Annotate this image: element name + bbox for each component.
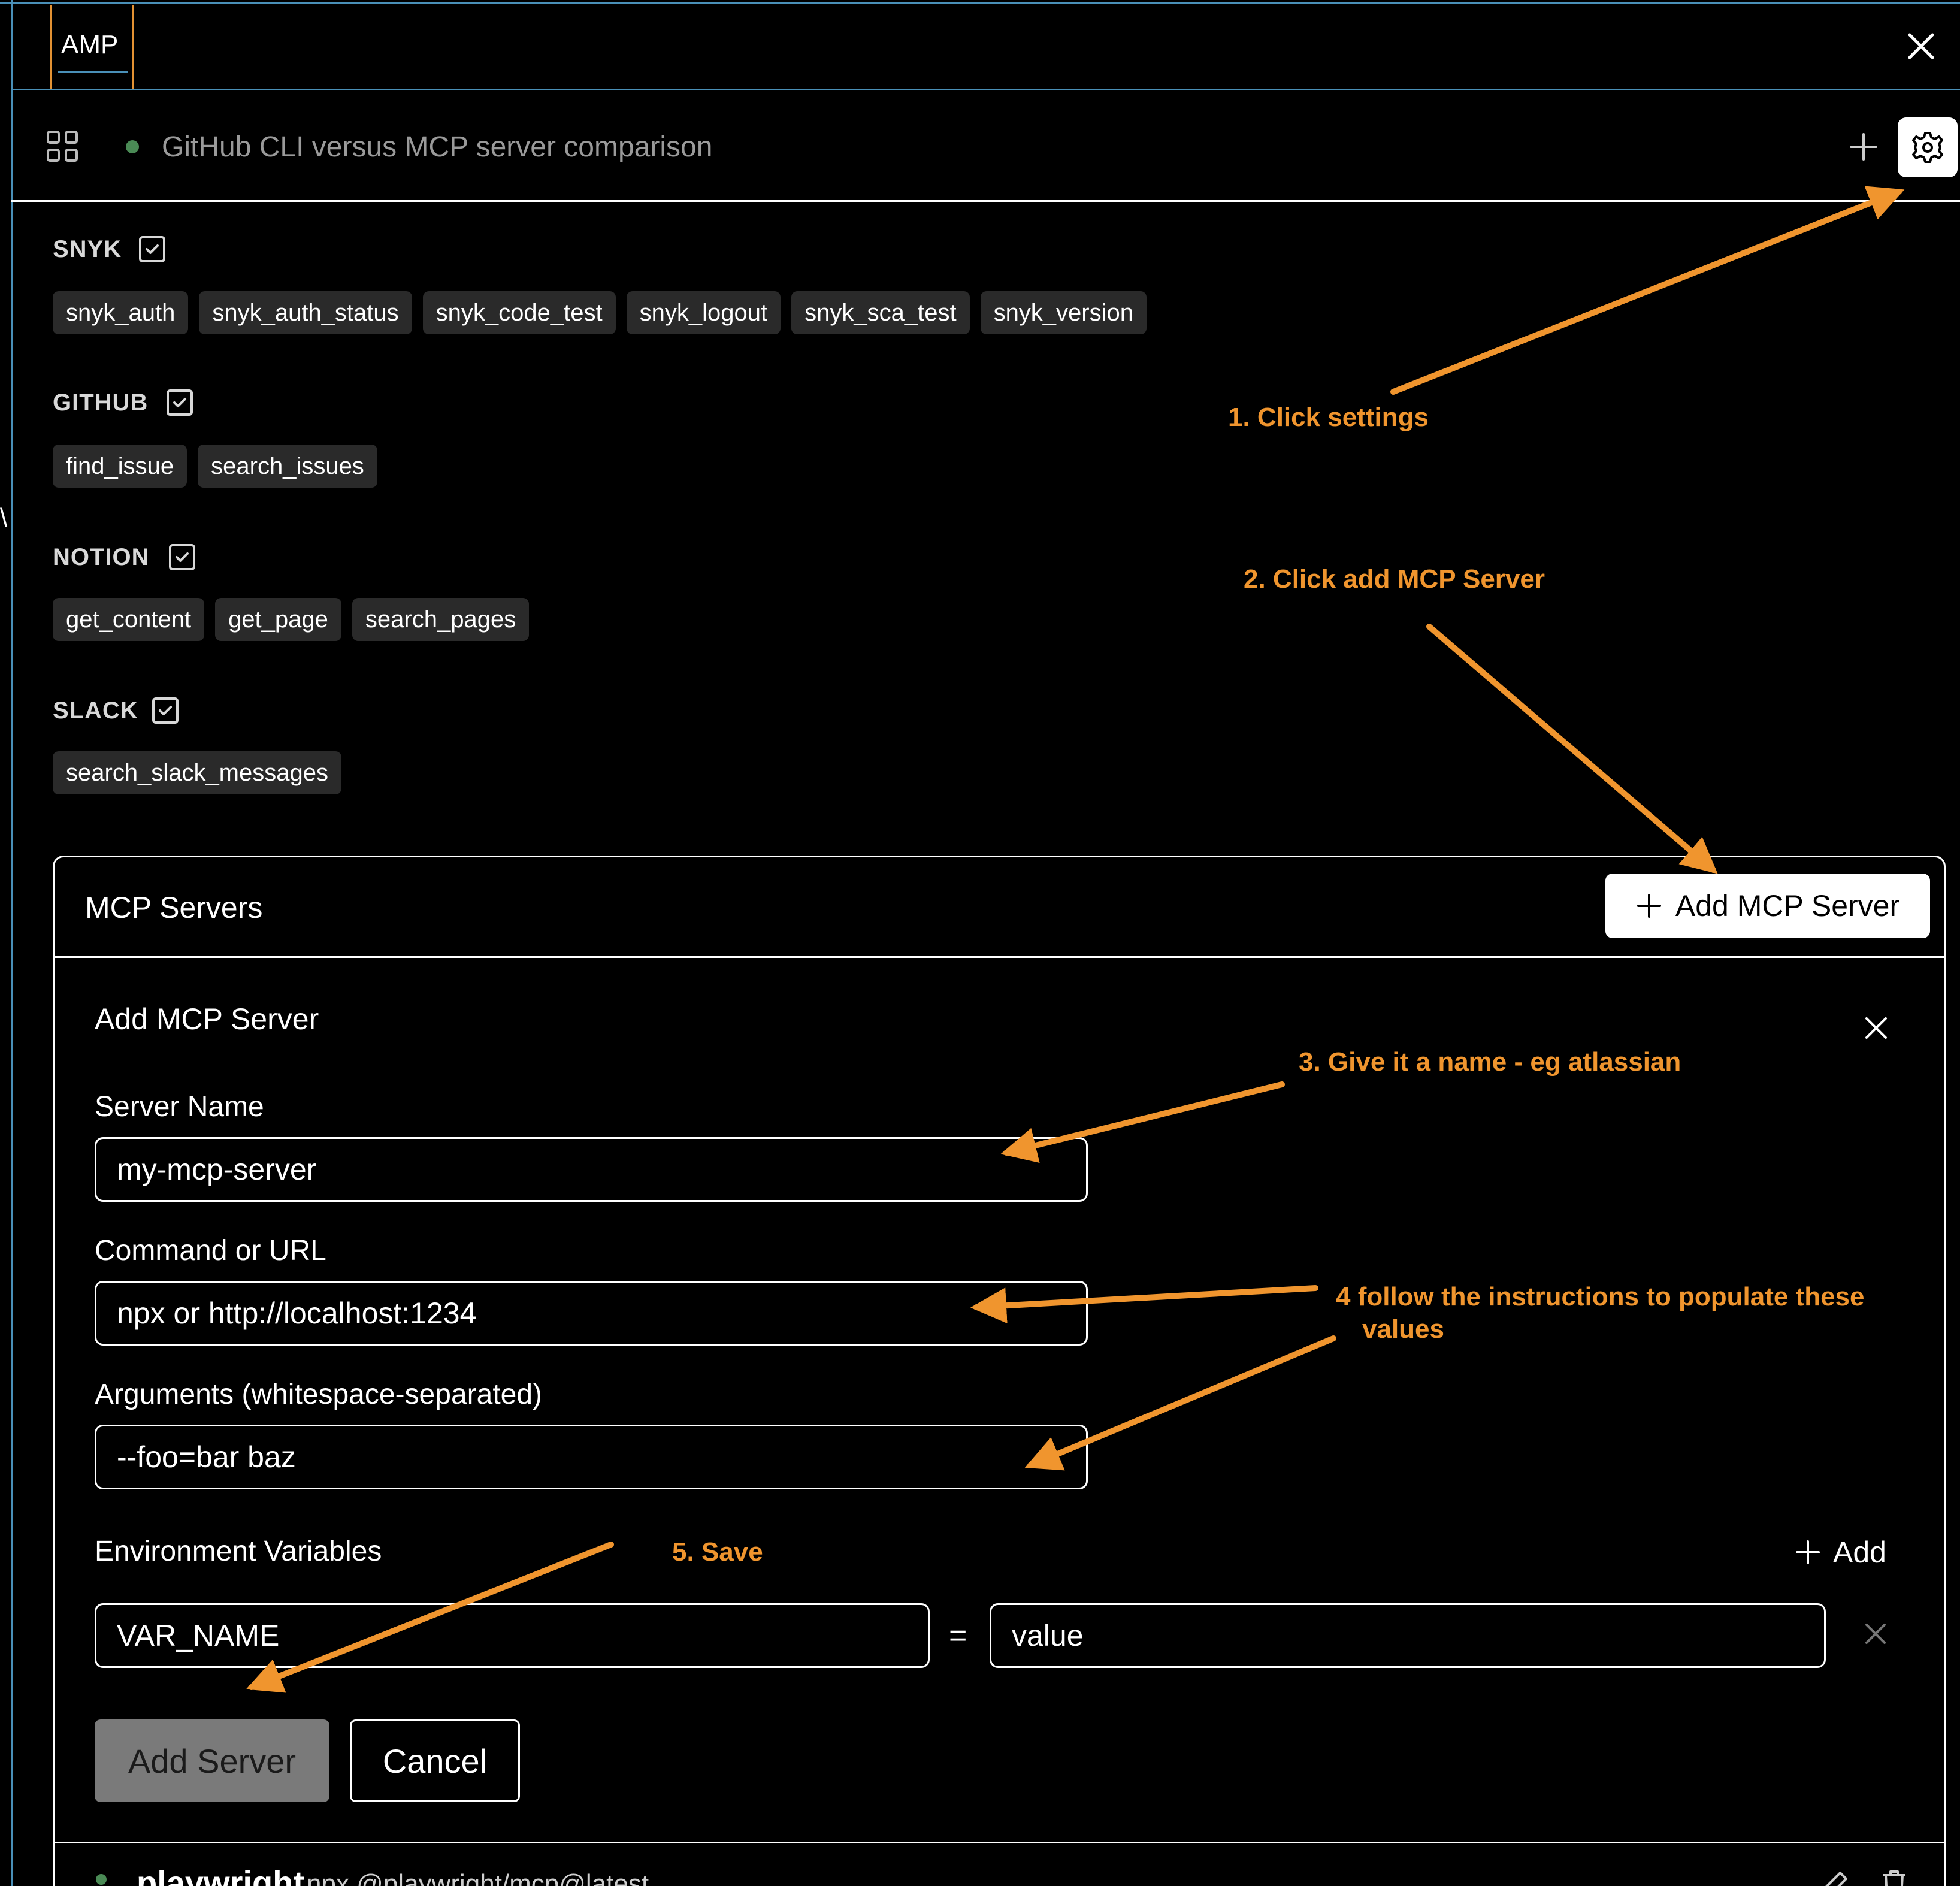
group-label-notion: NOTION — [53, 544, 150, 570]
group-label-snyk: SNYK — [53, 236, 122, 262]
checkbox-snyk[interactable] — [139, 236, 165, 262]
tool-chip[interactable]: find_issue — [53, 445, 187, 488]
server-list-divider — [53, 1842, 1946, 1843]
add-mcp-server-label: Add MCP Server — [1675, 889, 1900, 923]
tool-list-notion: get_content get_page search_pages — [53, 598, 530, 641]
env-vars-label: Environment Variables — [95, 1536, 382, 1567]
window-top-border — [0, 2, 1960, 4]
tool-chip[interactable]: get_page — [215, 598, 341, 641]
tool-chip[interactable]: snyk_auth — [53, 291, 189, 334]
tool-chip[interactable]: snyk_code_test — [422, 291, 616, 334]
tool-list-snyk: snyk_auth snyk_auth_status snyk_code_tes… — [53, 291, 1147, 334]
plus-icon[interactable] — [1845, 128, 1882, 165]
settings-button[interactable] — [1898, 117, 1958, 177]
tabbar-divider — [11, 89, 1960, 90]
annotation-step-5: 5. Save — [672, 1537, 763, 1567]
add-server-form-title: Add MCP Server — [95, 1002, 319, 1036]
grid-icon[interactable] — [44, 128, 80, 164]
clipped-text: \ — [0, 503, 8, 533]
checkbox-github[interactable] — [167, 389, 193, 416]
add-mcp-server-button[interactable]: Add MCP Server — [1605, 874, 1930, 938]
tool-chip[interactable]: snyk_logout — [626, 291, 781, 334]
command-input[interactable] — [95, 1281, 1088, 1346]
plus-icon — [1637, 894, 1661, 918]
arrow-to-settings — [1390, 186, 1905, 395]
annotation-step-3: 3. Give it a name - eg atlassian — [1299, 1047, 1681, 1077]
annotation-step-4-cont: values — [1362, 1314, 1444, 1344]
tool-chip[interactable]: search_issues — [198, 445, 377, 488]
tool-chip[interactable]: search_slack_messages — [53, 751, 341, 794]
mcp-servers-title: MCP Servers — [85, 891, 263, 924]
env-var-name-input[interactable] — [95, 1603, 930, 1668]
close-icon[interactable] — [1862, 1620, 1889, 1648]
checkbox-slack[interactable] — [152, 697, 179, 724]
active-tab-indicator — [58, 71, 128, 73]
plus-icon — [1796, 1540, 1820, 1564]
window-left-border — [11, 0, 13, 1886]
group-label-slack: SLACK — [53, 697, 138, 724]
add-server-button[interactable]: Add Server — [95, 1719, 329, 1802]
server-name: playwright — [137, 1864, 305, 1886]
arguments-label: Arguments (whitespace-separated) — [95, 1379, 543, 1410]
mcp-servers-panel — [53, 856, 1946, 1886]
arguments-input[interactable] — [95, 1425, 1088, 1489]
add-env-var-button[interactable]: Add — [1795, 1535, 1886, 1570]
annotation-step-2: 2. Click add MCP Server — [1244, 564, 1545, 594]
thread-status-dot — [126, 140, 139, 153]
server-status-dot — [96, 1874, 107, 1885]
add-env-var-label: Add — [1833, 1536, 1886, 1569]
tool-list-slack: search_slack_messages — [53, 751, 341, 794]
thread-title: GitHub CLI versus MCP server comparison — [162, 131, 713, 163]
tool-chip[interactable]: snyk_sca_test — [791, 291, 970, 334]
annotation-step-1: 1. Click settings — [1228, 403, 1429, 432]
server-name-input[interactable] — [95, 1137, 1088, 1202]
tool-chip[interactable]: get_content — [53, 598, 205, 641]
tool-chip[interactable]: snyk_auth_status — [199, 291, 412, 334]
env-var-value-input[interactable] — [990, 1603, 1826, 1668]
env-equals-sign: = — [949, 1618, 967, 1653]
tool-chip[interactable]: snyk_version — [980, 291, 1147, 334]
annotation-step-4: 4 follow the instructions to populate th… — [1336, 1282, 1865, 1311]
server-command: npx @playwright/mcp@latest — [307, 1869, 649, 1886]
checkbox-notion[interactable] — [169, 544, 195, 570]
group-label-github: GITHUB — [53, 389, 149, 416]
close-icon[interactable] — [1902, 28, 1940, 65]
edit-icon[interactable] — [1819, 1867, 1852, 1886]
tab-amp-label: AMP — [61, 30, 119, 59]
panel-header-divider — [53, 956, 1946, 958]
trash-icon[interactable] — [1877, 1867, 1911, 1886]
close-icon[interactable] — [1859, 1011, 1893, 1045]
header-divider — [11, 200, 1960, 202]
cancel-button[interactable]: Cancel — [350, 1719, 520, 1802]
command-label: Command or URL — [95, 1235, 326, 1267]
gear-icon — [1912, 132, 1943, 163]
tool-chip[interactable]: search_pages — [352, 598, 530, 641]
arrow-to-add-mcp — [1426, 624, 1718, 874]
tool-list-github: find_issue search_issues — [53, 445, 377, 488]
server-name-label: Server Name — [95, 1091, 264, 1123]
